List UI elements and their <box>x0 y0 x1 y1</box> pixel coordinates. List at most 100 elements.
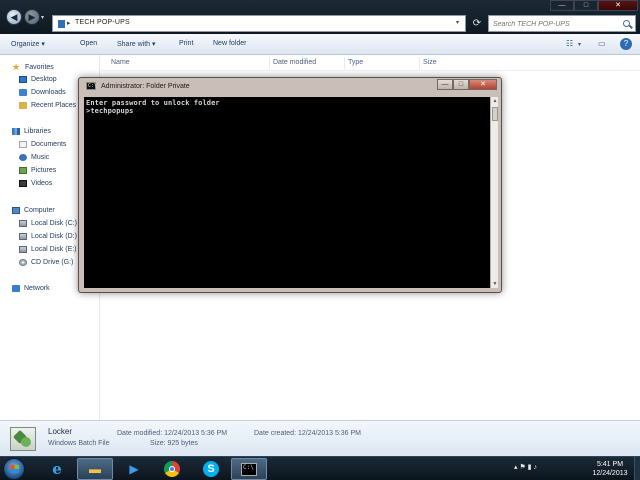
file-name: Locker <box>48 427 73 436</box>
nav-network[interactable]: Network <box>12 285 50 292</box>
start-button[interactable] <box>3 458 25 480</box>
console-input-line[interactable]: >techpopups <box>86 107 133 115</box>
help-icon[interactable]: ? <box>620 38 632 50</box>
drive-icon <box>19 220 27 227</box>
nav-local-disk-c[interactable]: Local Disk (C:) <box>19 220 77 227</box>
refresh-button[interactable]: ⟳ <box>470 16 484 31</box>
print-button[interactable]: Print <box>179 40 193 47</box>
breadcrumb-folder[interactable]: TECH POP-UPS <box>75 19 130 26</box>
folder-icon: ▬ <box>89 462 101 476</box>
media-player-icon: ▶ <box>129 462 139 476</box>
nav-libraries[interactable]: Libraries <box>12 128 51 135</box>
cmd-scrollbar[interactable]: ▲ ▼ <box>490 97 498 288</box>
close-button[interactable]: ✕ <box>598 0 638 11</box>
forward-button[interactable]: ▶ <box>24 9 40 25</box>
nav-label: Local Disk (E:) <box>31 246 77 253</box>
recent-pages-dropdown[interactable]: ▾ <box>41 14 44 21</box>
nav-local-disk-d[interactable]: Local Disk (D:) <box>19 233 77 240</box>
nav-pictures[interactable]: Pictures <box>19 167 56 174</box>
cmd-close-button[interactable]: ✕ <box>469 79 497 90</box>
command-prompt-icon: C:\ <box>241 462 257 476</box>
internet-explorer-icon: e <box>52 460 62 478</box>
maximize-button[interactable]: □ <box>574 0 598 11</box>
taskbar-internet-explorer[interactable]: e <box>39 458 75 480</box>
nav-label: Favorites <box>25 63 54 71</box>
nav-local-disk-e[interactable]: Local Disk (E:) <box>19 246 77 253</box>
nav-label: Local Disk (D:) <box>31 233 77 240</box>
clock-time: 5:41 PM <box>596 461 624 468</box>
back-button[interactable]: ◀ <box>6 9 22 25</box>
address-bar[interactable]: ▸ TECH POP-UPS ▾ <box>52 15 466 32</box>
nav-cd-drive[interactable]: CD Drive (G:) <box>19 259 73 266</box>
console-output[interactable]: Enter password to unlock folder >techpop… <box>84 97 490 288</box>
libraries-icon <box>12 128 20 135</box>
nav-label: Pictures <box>31 167 57 174</box>
open-button[interactable]: Open <box>80 40 97 47</box>
nav-label: Libraries <box>24 128 51 135</box>
cd-drive-icon <box>19 259 27 266</box>
column-size[interactable]: Size <box>423 59 437 66</box>
search-icon[interactable] <box>623 20 630 27</box>
nav-computer[interactable]: Computer <box>12 207 55 214</box>
column-divider[interactable] <box>344 57 345 69</box>
taskbar-explorer[interactable]: ▬ <box>77 458 113 480</box>
scroll-thumb[interactable] <box>492 107 498 121</box>
cmd-minimize-button[interactable]: — <box>437 79 453 90</box>
share-with-menu[interactable]: Share with ▾ <box>117 40 156 48</box>
nav-label: Local Disk (C:) <box>31 220 77 227</box>
nav-videos[interactable]: Videos <box>19 180 52 187</box>
taskbar-command-prompt[interactable]: C:\ <box>231 458 267 480</box>
videos-icon <box>19 180 27 187</box>
nav-label: Videos <box>31 180 53 187</box>
folder-icon <box>58 20 65 28</box>
nav-label: Recent Places <box>31 102 77 109</box>
console-prompt-line: Enter password to unlock folder <box>86 99 220 107</box>
column-divider[interactable] <box>419 57 420 69</box>
nav-documents[interactable]: Documents <box>19 141 66 148</box>
nav-desktop[interactable]: Desktop <box>19 76 57 83</box>
scroll-down-icon[interactable]: ▼ <box>491 280 499 288</box>
system-tray-icons[interactable]: ▴ ⚑ ▮ ♪ <box>514 463 537 471</box>
drive-icon <box>19 233 27 240</box>
cmd-title-bar[interactable]: C:\ Administrator: Folder Private — □ ✕ <box>79 78 501 96</box>
refresh-icon: ⟳ <box>472 18 482 29</box>
address-dropdown-icon[interactable]: ▾ <box>456 19 459 26</box>
column-name[interactable]: Name <box>111 59 130 66</box>
column-type[interactable]: Type <box>348 59 363 66</box>
network-icon <box>12 285 20 292</box>
breadcrumb-separator[interactable]: ▸ <box>67 19 71 27</box>
nav-label: Computer <box>24 207 55 214</box>
search-input[interactable] <box>493 18 617 30</box>
nav-downloads[interactable]: Downloads <box>19 89 66 96</box>
taskbar-clock[interactable]: 5:41 PM 12/24/2013 <box>585 460 635 478</box>
change-view-icon[interactable]: ☷ <box>566 39 573 48</box>
taskbar-skype[interactable]: S <box>193 458 229 480</box>
show-desktop-button[interactable] <box>634 457 640 480</box>
nav-music[interactable]: Music <box>19 154 49 161</box>
nav-favorites[interactable]: ★ Favorites <box>12 63 54 72</box>
view-dropdown-icon[interactable]: ▾ <box>578 41 581 48</box>
pictures-icon <box>19 167 27 174</box>
downloads-icon <box>19 89 27 96</box>
preview-pane-icon[interactable]: ▭ <box>598 39 606 48</box>
scroll-up-icon[interactable]: ▲ <box>491 97 499 105</box>
search-box[interactable] <box>488 15 636 32</box>
console-icon: C:\ <box>86 82 98 90</box>
column-date-modified[interactable]: Date modified <box>273 59 316 66</box>
column-divider[interactable] <box>269 57 270 69</box>
organize-menu[interactable]: Organize ▾ <box>11 40 45 48</box>
cmd-window[interactable]: C:\ Administrator: Folder Private — □ ✕ … <box>78 77 502 293</box>
cmd-maximize-button[interactable]: □ <box>453 79 469 90</box>
desktop-icon <box>19 76 27 83</box>
minimize-button[interactable]: — <box>550 0 574 11</box>
explorer-title-bar: — □ ✕ ◀ ▶ ▾ ▸ TECH POP-UPS ▾ ⟳ <box>0 0 640 34</box>
taskbar-media-player[interactable]: ▶ <box>116 458 152 480</box>
nav-label: Network <box>24 285 50 292</box>
file-size: Size: 925 bytes <box>150 440 198 447</box>
nav-label: Desktop <box>31 76 57 83</box>
nav-recent-places[interactable]: Recent Places <box>19 102 76 109</box>
forward-arrow-icon: ▶ <box>28 12 36 22</box>
taskbar-chrome[interactable] <box>154 458 190 480</box>
nav-label: Downloads <box>31 89 66 96</box>
new-folder-button[interactable]: New folder <box>213 40 246 47</box>
